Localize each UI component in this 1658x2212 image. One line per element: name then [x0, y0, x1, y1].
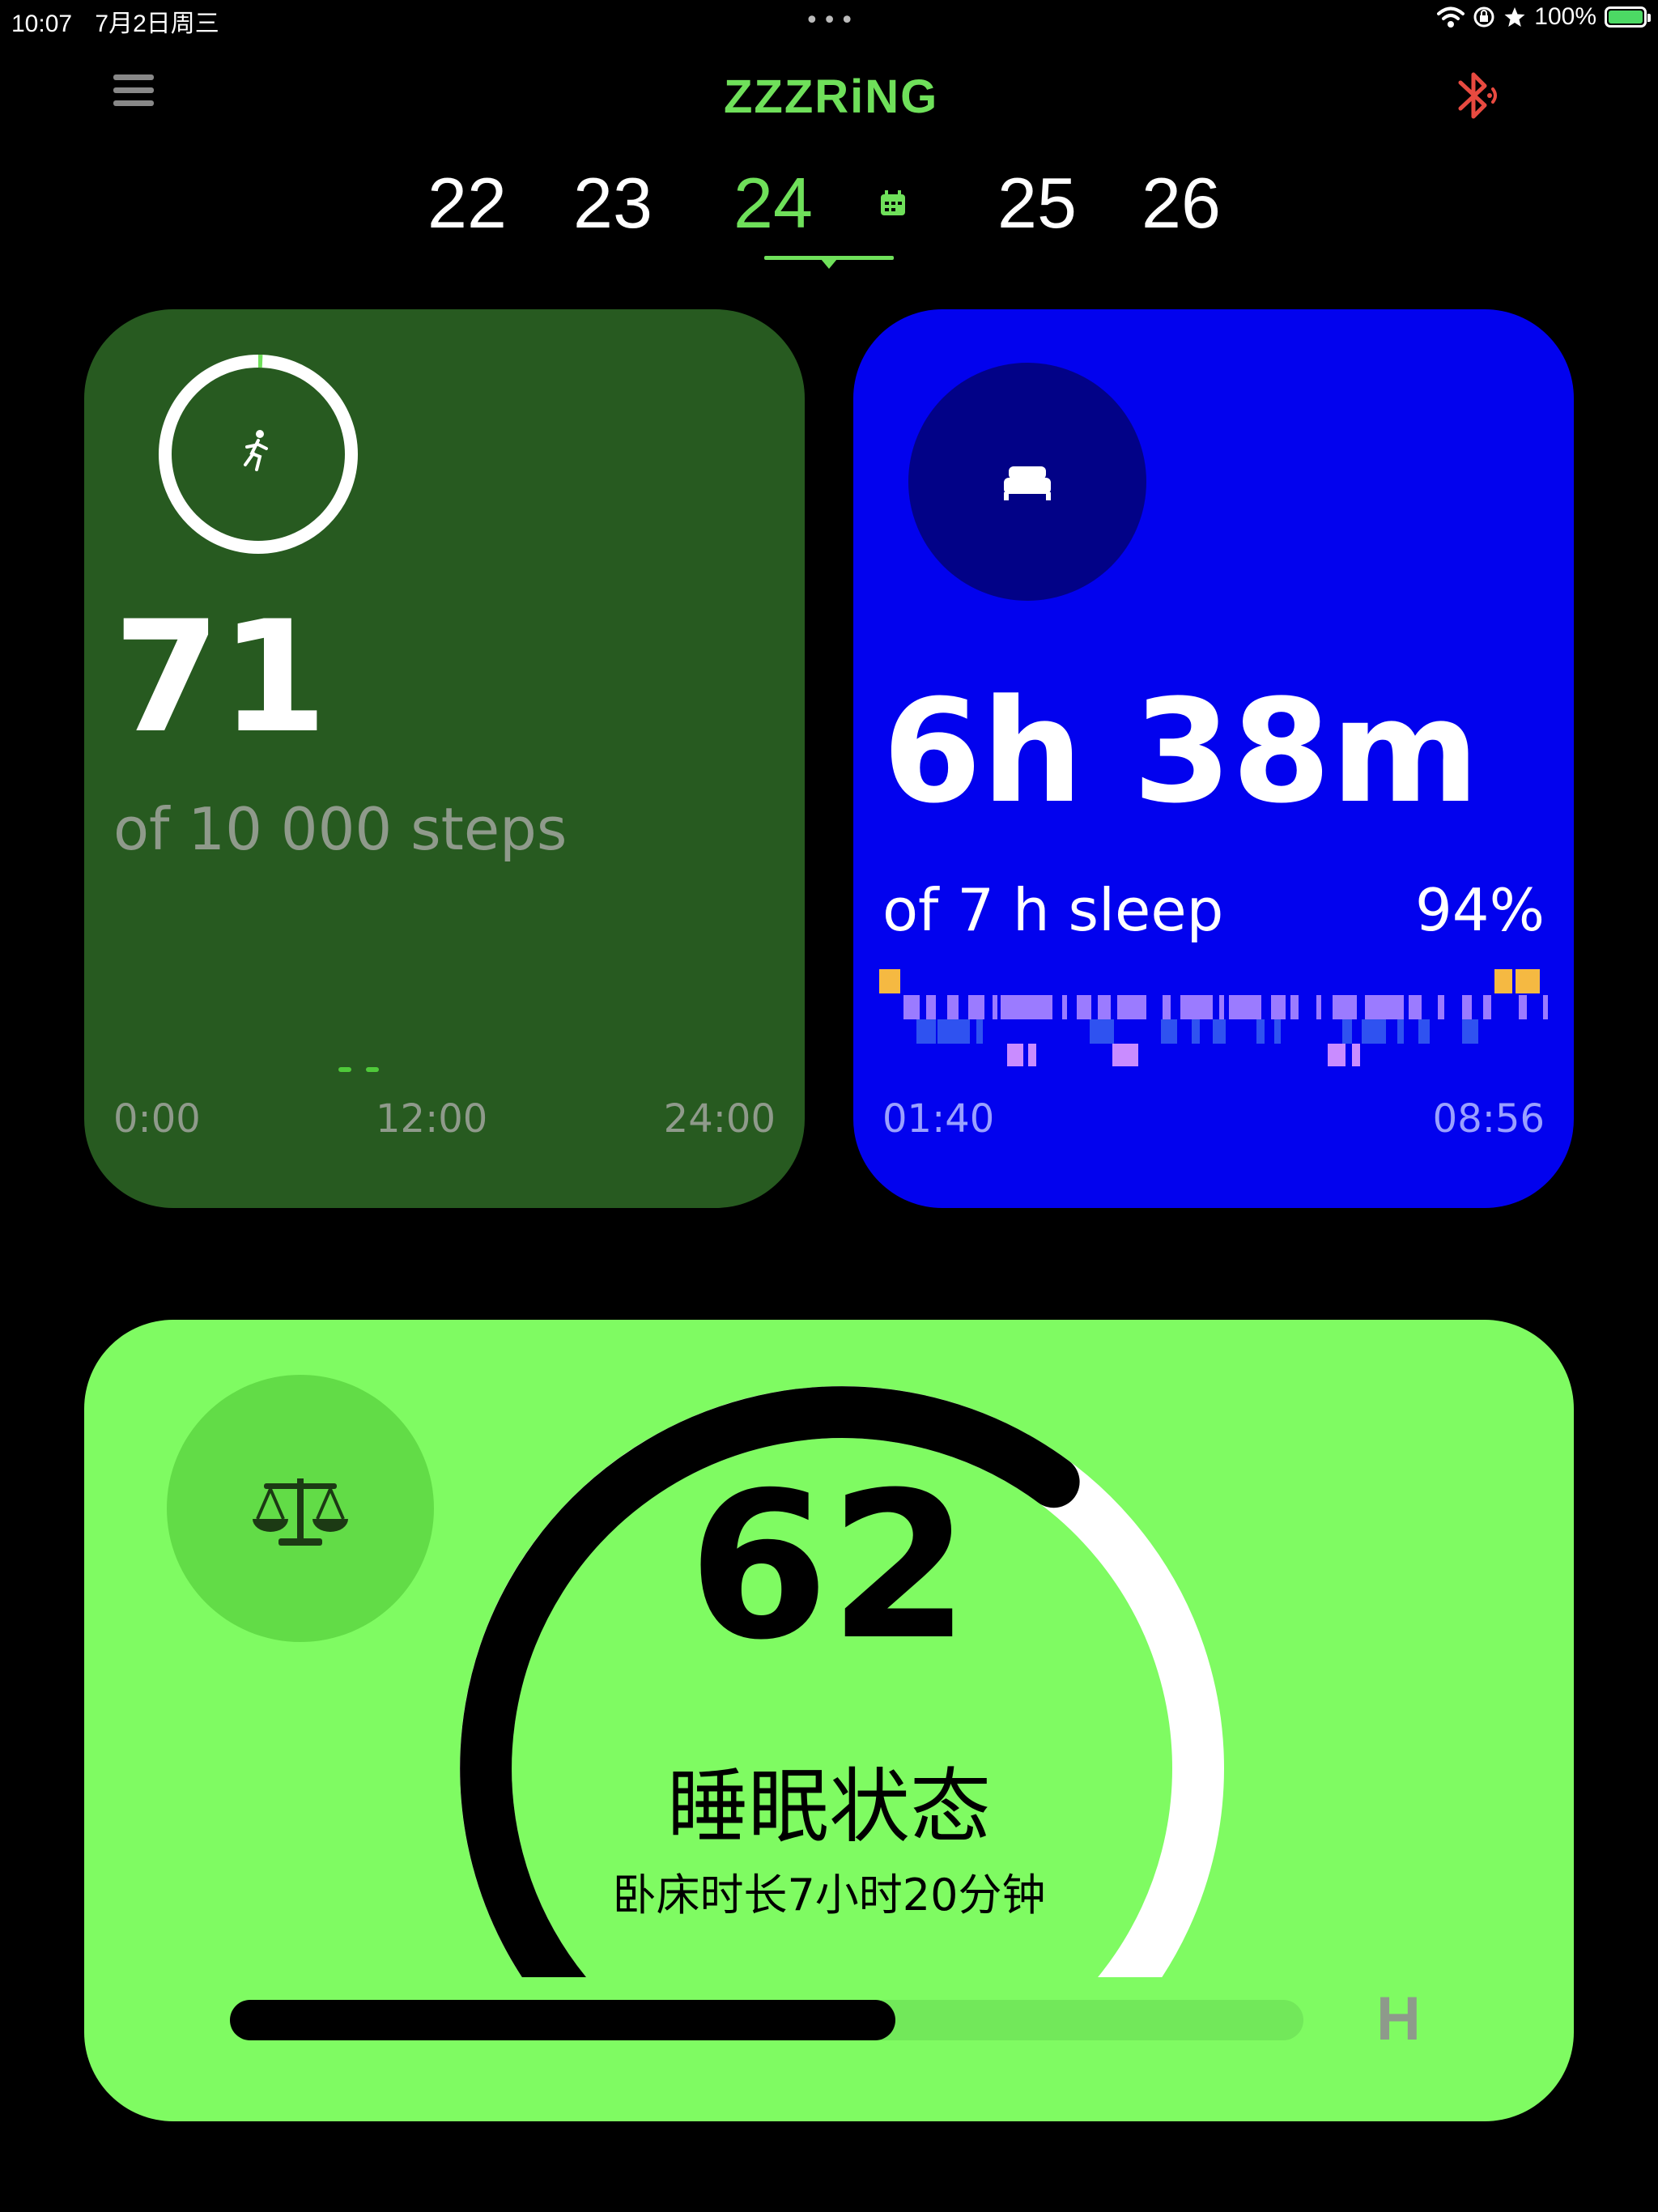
selected-date-caret [821, 259, 837, 269]
steps-count: 71 [113, 588, 328, 767]
steps-axis-end: 24:00 [663, 1096, 776, 1142]
menu-icon[interactable] [113, 74, 154, 110]
sleep-status-bar [230, 2000, 1303, 2040]
steps-activity-marks [338, 1067, 379, 1072]
date-25[interactable]: 25 [997, 162, 1077, 245]
time-in-bed: 卧床时长7小时20分钟 [612, 1870, 1046, 1921]
sleep-status-bar-fill [230, 2000, 896, 2040]
sleep-status-bar-label: H [1376, 1984, 1421, 2053]
status-time: 10:07 [11, 11, 73, 37]
sleep-score: 62 [688, 1448, 970, 1684]
sleep-status-card[interactable]: 62 睡眠状态 卧床时长7小时20分钟 H [84, 1320, 1574, 2121]
sleep-card[interactable]: 6h 38m of 7 h sleep 94% 01:40 08:56 [853, 309, 1574, 1208]
date-24-selected[interactable]: 24 [733, 162, 813, 245]
battery-icon [1605, 6, 1651, 28]
bed-icon [1004, 466, 1051, 500]
orientation-lock-icon [1473, 6, 1494, 28]
sleep-hypnogram [879, 969, 1548, 1066]
multitasking-dots-icon[interactable]: ••• [805, 6, 857, 35]
running-icon [244, 430, 268, 471]
status-bar-left: 10:07 7月2日周三 [11, 3, 236, 39]
date-26[interactable]: 26 [1141, 162, 1221, 245]
sleep-status-title: 睡眠状态 [667, 1759, 991, 1854]
sleep-axis-start: 01:40 [882, 1096, 995, 1142]
star-icon [1504, 7, 1525, 27]
steps-goal: of 10 000 steps [113, 795, 568, 863]
sleep-duration: 6h 38m [882, 669, 1480, 835]
bluetooth-disconnected-icon[interactable] [1449, 63, 1511, 128]
steps-axis-mid: 12:00 [376, 1096, 488, 1142]
battery-percent: 100% [1534, 3, 1596, 30]
status-bar-right: 100% [1437, 3, 1651, 31]
status-date: 7月2日周三 [95, 11, 219, 37]
steps-card[interactable]: 71 of 10 000 steps 0:00 12:00 24:00 [84, 309, 805, 1208]
sleep-percent: 94% [1414, 876, 1545, 944]
sleep-axis-end: 08:56 [1432, 1096, 1545, 1142]
steps-axis-start: 0:00 [113, 1096, 201, 1142]
wifi-icon [1437, 6, 1465, 28]
steps-progress-ring [159, 355, 358, 554]
sleep-goal: of 7 h sleep [882, 876, 1224, 944]
date-22[interactable]: 22 [427, 162, 507, 245]
app-logo: ZZZRiNG [724, 70, 939, 123]
date-23[interactable]: 23 [573, 162, 653, 245]
calendar-icon[interactable] [878, 189, 908, 217]
sleep-icon-badge [908, 363, 1146, 601]
